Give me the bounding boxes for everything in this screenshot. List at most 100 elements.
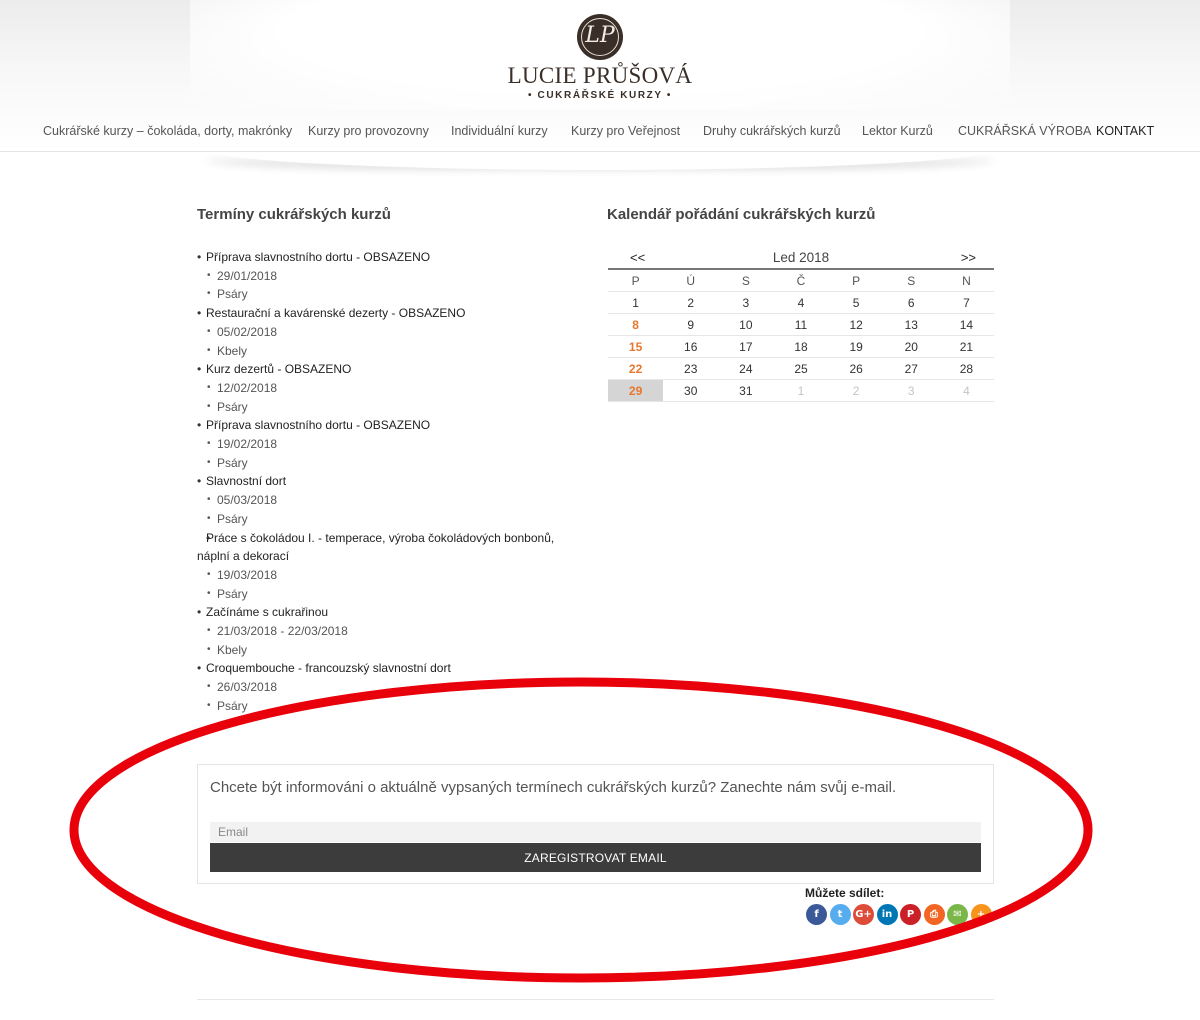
calendar-month-label: Led 2018 <box>772 250 830 265</box>
event-place: Psáry <box>197 398 557 417</box>
event-title[interactable]: Slavnostní dort <box>197 472 557 491</box>
share-label: Můžete sdílet: <box>805 886 885 900</box>
more-share-icon[interactable]: + <box>970 904 992 925</box>
event-place: Psáry <box>197 454 557 473</box>
calendar-day: 1 <box>608 292 664 314</box>
list-item: Práce s čokoládou I. - temperace, výroba… <box>197 529 557 604</box>
register-email-button[interactable]: ZAREGISTROVAT EMAIL <box>210 843 981 872</box>
calendar-day: 14 <box>938 314 994 336</box>
calendar-day: 23 <box>663 358 719 380</box>
event-place: Psáry <box>197 585 557 604</box>
calendar-grid: P Ú S Č P S N 1 2 3 4 5 6 7 8 9 10 11 12 13 14 15 16 17 18 19 20 21… <box>608 270 994 402</box>
event-title[interactable]: Začínáme s cukrařinou <box>197 603 557 622</box>
event-title[interactable]: Příprava slavnostního dortu - OBSAZENO <box>197 416 557 435</box>
nav-item-druhy-kurzu[interactable]: Druhy cukrářských kurzů <box>703 124 841 138</box>
list-item: Začínáme s cukrařinou 21/03/2018 - 22/03… <box>197 603 557 659</box>
google-plus-icon[interactable]: G+ <box>853 904 874 925</box>
nav-item-provozovny[interactable]: Kurzy pro provozovny <box>308 124 429 138</box>
calendar-day: 4 <box>938 380 994 402</box>
calendar-day: 10 <box>718 314 774 336</box>
logo-tagline: • CUKRÁŘSKÉ KURZY • <box>528 90 672 101</box>
calendar-day: 24 <box>718 358 774 380</box>
logo-monogram-text: LP <box>581 18 619 56</box>
email-icon[interactable]: ✉ <box>947 904 968 925</box>
email-signup-box: Chcete být informováni o aktuálně vypsan… <box>197 764 994 884</box>
list-item: Příprava slavnostního dortu - OBSAZENO 2… <box>197 248 557 304</box>
calendar-weekday: Ú <box>663 270 719 292</box>
calendar-next-button[interactable]: >> <box>961 250 976 265</box>
print-icon[interactable]: ⎙ <box>923 904 945 925</box>
twitter-icon[interactable]: t <box>829 904 851 925</box>
event-date: 19/03/2018 <box>197 566 557 585</box>
event-place: Psáry <box>197 510 557 529</box>
calendar-day: 17 <box>718 336 774 358</box>
calendar-day: 31 <box>718 380 774 402</box>
calendar-weekday: Č <box>773 270 829 292</box>
event-place: Psáry <box>197 697 557 716</box>
calendar-day: 16 <box>663 336 719 358</box>
pinterest-icon[interactable]: P <box>900 904 921 925</box>
calendar-weekday: N <box>938 270 994 292</box>
calendar-day: 3 <box>718 292 774 314</box>
calendar-section-title: Kalendář pořádání cukrářských kurzů <box>607 206 876 223</box>
signup-prompt: Chcete být informováni o aktuálně vypsan… <box>210 779 897 796</box>
nav-item-verejnost[interactable]: Kurzy pro Veřejnost <box>571 124 680 138</box>
facebook-icon[interactable]: f <box>806 904 827 925</box>
nav-item-lektor[interactable]: Lektor Kurzů <box>862 124 933 138</box>
event-date: 05/03/2018 <box>197 491 557 510</box>
calendar-event-day[interactable]: 29 <box>608 380 664 402</box>
main-navigation: Cukrářské kurzy – čokoláda, dorty, makró… <box>0 124 1200 144</box>
linkedin-icon[interactable]: in <box>876 904 898 925</box>
nav-item-vyroba[interactable]: CUKRÁŘSKÁ VÝROBA <box>958 124 1091 138</box>
calendar-event-day[interactable]: 22 <box>608 358 664 380</box>
calendar-day: 21 <box>938 336 994 358</box>
calendar-day: 2 <box>663 292 719 314</box>
calendar-day: 5 <box>828 292 884 314</box>
events-section-title: Termíny cukrářských kurzů <box>197 206 391 223</box>
calendar-day: 27 <box>883 358 939 380</box>
calendar-day: 12 <box>828 314 884 336</box>
event-title[interactable]: Restaurační a kavárenské dezerty - OBSAZ… <box>197 304 557 323</box>
calendar-event-day[interactable]: 8 <box>608 314 664 336</box>
list-item: Croquembouche - francouzský slavnostní d… <box>197 659 557 715</box>
nav-item-kurzy[interactable]: Cukrářské kurzy – čokoláda, dorty, makró… <box>43 124 292 138</box>
calendar-event-day[interactable]: 15 <box>608 336 664 358</box>
calendar-day: 9 <box>663 314 719 336</box>
logo-name: LUCIE PRŮŠOVÁ <box>507 63 693 88</box>
calendar-weekday: S <box>883 270 939 292</box>
email-field[interactable] <box>210 822 981 842</box>
calendar-day: 20 <box>883 336 939 358</box>
event-title[interactable]: Kurz dezertů - OBSAZENO <box>197 360 557 379</box>
nav-item-individualni[interactable]: Individuální kurzy <box>451 124 548 138</box>
calendar-weekday: S <box>718 270 774 292</box>
event-title[interactable]: Práce s čokoládou I. - temperace, výroba… <box>197 529 557 566</box>
event-date: 05/02/2018 <box>197 323 557 342</box>
event-place: Kbely <box>197 641 557 660</box>
events-calendar: << Led 2018 >> P Ú S Č P S N 1 2 3 4 5 6 7 8 9 10 11 12 13 1… <box>608 248 994 402</box>
event-date: 21/03/2018 - 22/03/2018 <box>197 622 557 641</box>
list-item: Příprava slavnostního dortu - OBSAZENO 1… <box>197 416 557 472</box>
calendar-day: 6 <box>883 292 939 314</box>
event-place: Kbely <box>197 342 557 361</box>
calendar-day: 28 <box>938 358 994 380</box>
calendar-day: 1 <box>773 380 829 402</box>
calendar-day: 3 <box>883 380 939 402</box>
calendar-day: 19 <box>828 336 884 358</box>
calendar-day: 25 <box>773 358 829 380</box>
calendar-header: << Led 2018 >> <box>608 248 994 270</box>
event-title[interactable]: Croquembouche - francouzský slavnostní d… <box>197 659 557 678</box>
list-item: Restaurační a kavárenské dezerty - OBSAZ… <box>197 304 557 360</box>
event-date: 26/03/2018 <box>197 678 557 697</box>
event-title[interactable]: Příprava slavnostního dortu - OBSAZENO <box>197 248 557 267</box>
event-date: 12/02/2018 <box>197 379 557 398</box>
calendar-day: 26 <box>828 358 884 380</box>
event-date: 29/01/2018 <box>197 267 557 286</box>
calendar-weekday: P <box>608 270 664 292</box>
events-list: Příprava slavnostního dortu - OBSAZENO 2… <box>197 248 557 716</box>
nav-shadow <box>200 148 1000 170</box>
event-date: 19/02/2018 <box>197 435 557 454</box>
calendar-day: 11 <box>773 314 829 336</box>
nav-item-kontakt[interactable]: KONTAKT <box>1096 124 1154 138</box>
logo-monogram: LP <box>577 14 623 60</box>
site-logo[interactable]: LP LUCIE PRŮŠOVÁ • CUKRÁŘSKÉ KURZY • <box>500 14 700 101</box>
